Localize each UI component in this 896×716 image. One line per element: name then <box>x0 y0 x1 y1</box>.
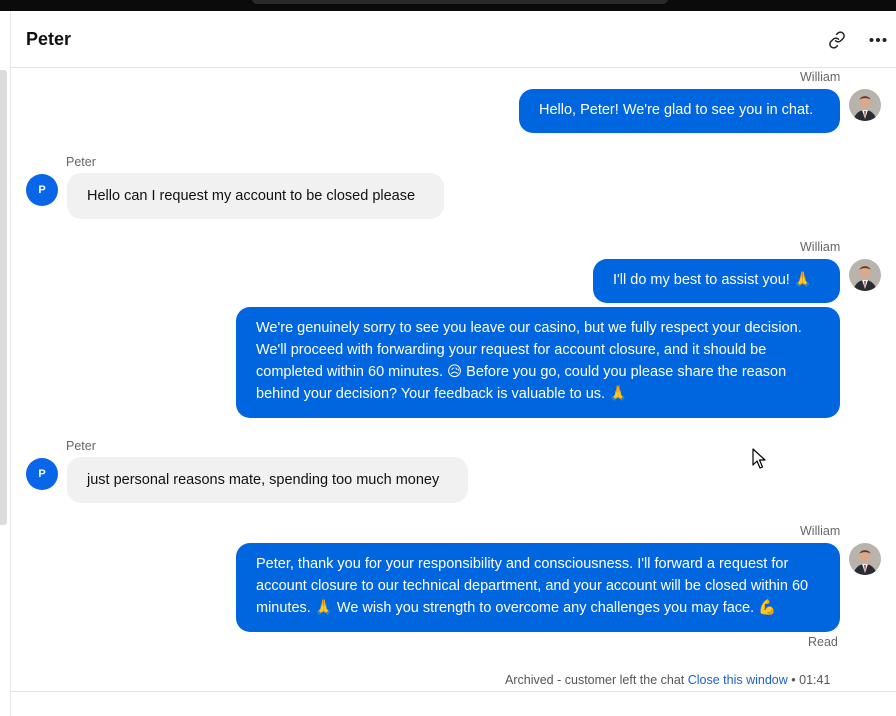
footer-divider <box>11 691 896 692</box>
sender-name: Peter <box>66 439 96 453</box>
more-horizontal-icon <box>869 38 887 42</box>
sender-name: Peter <box>66 155 96 169</box>
window-top-bar <box>0 0 896 11</box>
customer-message: Hello can I request my account to be clo… <box>67 173 444 219</box>
agent-message: I'll do my best to assist you! 🙏 <box>593 259 840 303</box>
chat-header: Peter <box>11 11 896 68</box>
panel-left-border <box>10 11 11 716</box>
customer-avatar: P <box>26 458 58 490</box>
copy-link-button[interactable] <box>825 28 849 52</box>
more-options-button[interactable] <box>865 28 891 52</box>
chat-title: Peter <box>26 29 72 49</box>
close-window-link[interactable]: Close this window <box>688 673 788 687</box>
chat-status-footer: Archived - customer left the chat Close … <box>505 673 830 687</box>
agent-avatar <box>849 89 881 121</box>
link-icon <box>829 31 845 49</box>
customer-message: just personal reasons mate, spending too… <box>67 457 468 503</box>
agent-avatar <box>849 259 881 291</box>
sender-name: William <box>800 70 841 84</box>
agent-message: Hello, Peter! We're glad to see you in c… <box>519 89 840 133</box>
address-pill <box>252 0 668 4</box>
customer-avatar: P <box>26 174 58 206</box>
agent-message: We're genuinely sorry to see you leave o… <box>236 307 840 418</box>
read-receipt: Read <box>808 635 838 649</box>
footer-time: 01:41 <box>799 673 831 687</box>
mouse-cursor-icon <box>752 448 766 469</box>
scrollbar[interactable] <box>0 70 7 525</box>
agent-message: Peter, thank you for your responsibility… <box>236 543 840 632</box>
agent-avatar <box>849 543 881 575</box>
sender-name: William <box>800 240 841 254</box>
footer-separator: • <box>791 673 796 687</box>
sender-name: William <box>800 524 841 538</box>
archived-status: Archived - customer left the chat <box>505 673 685 687</box>
